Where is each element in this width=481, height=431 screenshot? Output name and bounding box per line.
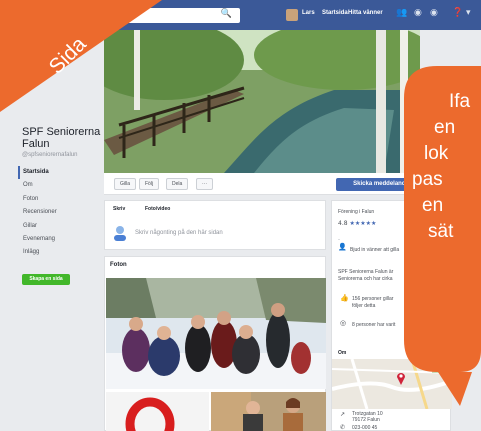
callout-line-5: en (422, 195, 444, 216)
corner-banner (0, 0, 162, 112)
facebook-page-screenshot: 🔍 Lars Startsida Hitta vänner 👥 ◉ ◉ ❓ ▾ … (0, 0, 481, 431)
callout-line-2: en (434, 117, 456, 138)
callout-line-4: pas (412, 169, 443, 190)
callout-line-1: Ifa (449, 91, 471, 112)
callout-line-3: lok (424, 143, 449, 164)
callout-line-6: sät (428, 221, 454, 242)
